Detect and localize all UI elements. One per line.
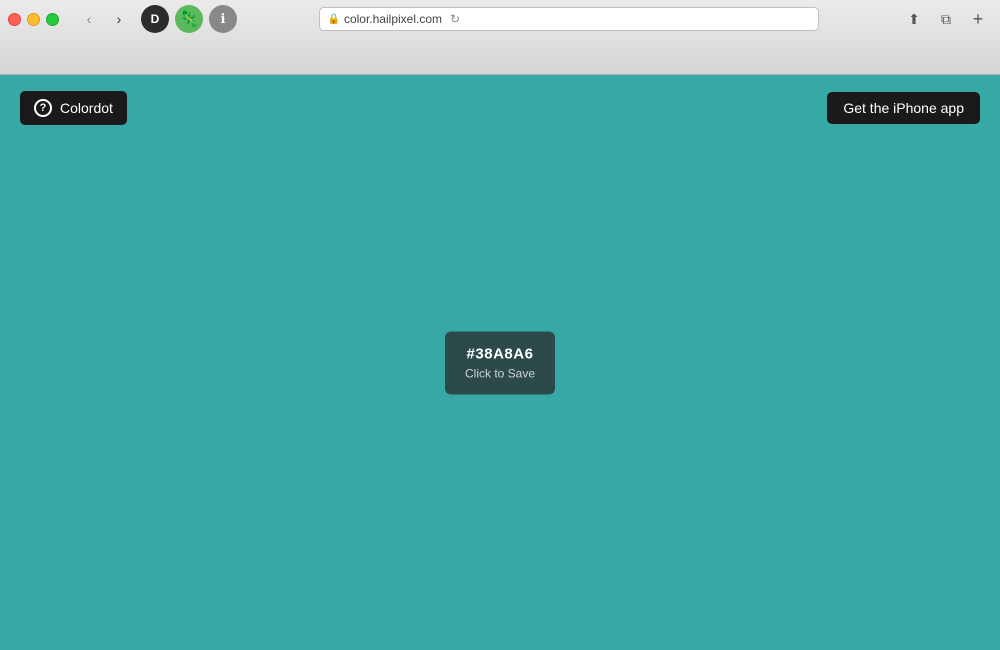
back-button[interactable]: ‹	[75, 8, 103, 30]
colordot-button[interactable]: ? Colordot	[20, 91, 127, 125]
tab-button[interactable]: ⧉	[932, 7, 960, 31]
color-tooltip[interactable]: #38A8A6 Click to Save	[445, 331, 555, 394]
info-icon[interactable]: ℹ	[209, 5, 237, 33]
dash-icon-label: D	[151, 12, 160, 26]
iphone-app-label: Get the iPhone app	[843, 100, 964, 116]
top-bar: ? Colordot Get the iPhone app	[0, 75, 1000, 140]
colordot-label: Colordot	[60, 100, 113, 116]
window-controls	[8, 13, 59, 26]
nav-buttons: ‹ ›	[75, 8, 133, 30]
title-bar: ‹ › D 🦎 ℹ 🔒 color.hailpixel.com ↻ ⬆ ⧉ +	[0, 0, 1000, 38]
toolbar-icons: D 🦎 ℹ	[141, 5, 237, 33]
browser-chrome: ‹ › D 🦎 ℹ 🔒 color.hailpixel.com ↻ ⬆ ⧉ +	[0, 0, 1000, 75]
dash-icon[interactable]: D	[141, 5, 169, 33]
address-bar[interactable]: 🔒 color.hailpixel.com ↻	[319, 7, 819, 31]
url-text: color.hailpixel.com	[344, 12, 442, 26]
chameleon-icon[interactable]: 🦎	[175, 5, 203, 33]
share-button[interactable]: ⬆	[900, 7, 928, 31]
color-canvas[interactable]: ? Colordot Get the iPhone app #38A8A6 Cl…	[0, 75, 1000, 650]
right-toolbar: ⬆ ⧉ +	[900, 7, 992, 31]
minimize-button[interactable]	[27, 13, 40, 26]
lock-icon: 🔒	[328, 14, 340, 25]
maximize-button[interactable]	[46, 13, 59, 26]
color-hex-value: #38A8A6	[463, 345, 537, 362]
click-to-save-label: Click to Save	[463, 366, 537, 380]
add-tab-button[interactable]: +	[964, 7, 992, 31]
close-button[interactable]	[8, 13, 21, 26]
iphone-app-button[interactable]: Get the iPhone app	[827, 92, 980, 124]
help-icon: ?	[34, 99, 52, 117]
forward-button[interactable]: ›	[105, 8, 133, 30]
reload-button[interactable]: ↻	[450, 12, 460, 26]
